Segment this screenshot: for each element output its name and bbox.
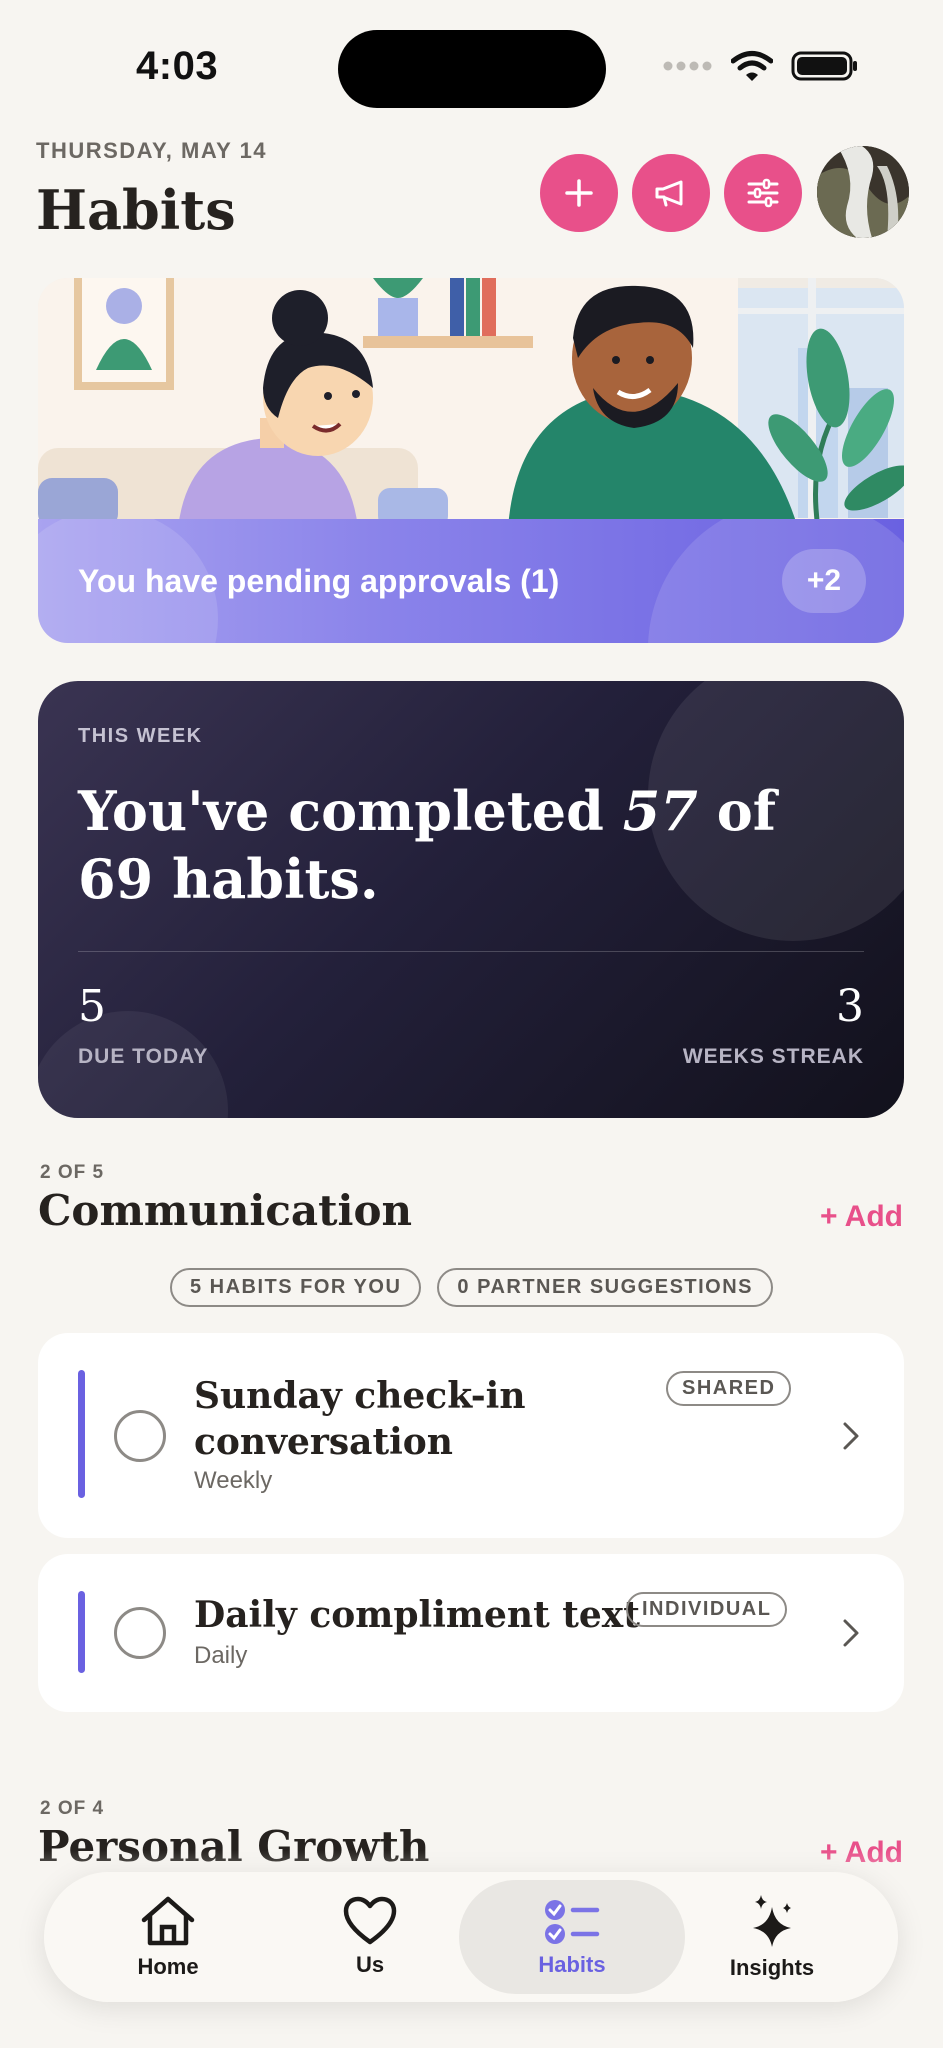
habit-color-bar <box>78 1591 85 1673</box>
section-count: 2 OF 5 <box>40 1162 105 1183</box>
streak-label: WEEKS STREAK <box>682 1045 864 1068</box>
filters-button[interactable] <box>724 154 802 232</box>
couple-illustration <box>38 278 904 528</box>
dynamic-island <box>338 30 606 108</box>
add-habit-button[interactable] <box>540 154 618 232</box>
sliders-icon <box>747 178 779 208</box>
completed-count: 57 <box>622 779 698 843</box>
battery-icon <box>791 51 857 81</box>
nav-label: Us <box>355 1952 385 1977</box>
habit-checkbox[interactable] <box>114 1410 166 1462</box>
habit-name: Sunday check-in conversation <box>194 1375 526 1463</box>
date-label: THURSDAY, MAY 14 <box>36 138 268 163</box>
megaphone-icon <box>655 180 683 207</box>
due-today-value: 5 <box>78 981 106 1032</box>
chevron-right-icon <box>843 1422 859 1450</box>
sparkle-icon <box>753 1895 791 1947</box>
profile-avatar[interactable] <box>817 146 909 238</box>
habit-name: Daily compliment text <box>194 1594 640 1636</box>
heart-icon <box>343 1896 397 1945</box>
section-title: Communication <box>38 1186 413 1235</box>
habit-card[interactable]: Daily compliment text Daily INDIVIDUAL <box>38 1554 904 1712</box>
pending-approvals-card[interactable]: You have pending approvals (1) +2 <box>38 278 904 643</box>
wifi-icon <box>731 51 773 81</box>
signal-icon <box>663 61 712 71</box>
avatar-photo <box>817 146 909 238</box>
habit-frequency: Daily <box>194 1642 248 1669</box>
filter-chips: 5 HABITS FOR YOU 0 PARTNER SUGGESTIONS <box>0 1268 943 1307</box>
nav-label: Insights <box>729 1955 815 1980</box>
week-divider <box>78 951 864 952</box>
habit-color-bar <box>78 1370 85 1498</box>
page-title: Habits <box>36 178 236 242</box>
nav-item-habits[interactable]: Habits <box>459 1880 685 1994</box>
status-icons <box>663 50 859 82</box>
habit-tag: INDIVIDUAL <box>626 1592 788 1627</box>
section-count: 2 OF 4 <box>40 1798 105 1819</box>
weekly-summary-card: THIS WEEK You've completed 57 of 69 habi… <box>38 681 904 1118</box>
week-eyebrow: THIS WEEK <box>78 725 203 747</box>
pending-approvals-banner[interactable]: You have pending approvals (1) +2 <box>38 519 904 643</box>
home-icon <box>141 1896 195 1946</box>
nav-item-home[interactable]: Home <box>68 1872 268 2002</box>
extra-approvals-badge[interactable]: +2 <box>782 549 866 613</box>
plus-icon <box>565 179 593 207</box>
bottom-nav: Home Us Habits Insights <box>44 1872 898 2002</box>
due-today-label: DUE TODAY <box>78 1045 209 1068</box>
nav-label: Habits <box>538 1952 606 1977</box>
habit-card[interactable]: Sunday check-in conversation Weekly SHAR… <box>38 1333 904 1538</box>
nav-item-us[interactable]: Us <box>270 1872 470 2002</box>
chevron-right-icon <box>843 1619 859 1647</box>
announcements-button[interactable] <box>632 154 710 232</box>
habit-frequency: Weekly <box>194 1467 273 1494</box>
checklist-icon <box>545 1900 600 1944</box>
nav-item-insights[interactable]: Insights <box>672 1872 872 2002</box>
nav-label: Home <box>137 1954 199 1979</box>
chip-partner-suggestions[interactable]: 0 PARTNER SUGGESTIONS <box>437 1268 774 1307</box>
pending-approvals-text: You have pending approvals (1) <box>78 563 560 599</box>
status-time: 4:03 <box>136 44 219 88</box>
streak-value: 3 <box>836 981 864 1032</box>
add-habit-link[interactable]: + Add <box>820 1200 903 1234</box>
habit-tag: SHARED <box>666 1371 792 1406</box>
habit-checkbox[interactable] <box>114 1607 166 1659</box>
week-summary-text: You've completed 57 of 69 habits. <box>78 779 776 911</box>
chip-habits-for-you[interactable]: 5 HABITS FOR YOU <box>169 1268 422 1307</box>
